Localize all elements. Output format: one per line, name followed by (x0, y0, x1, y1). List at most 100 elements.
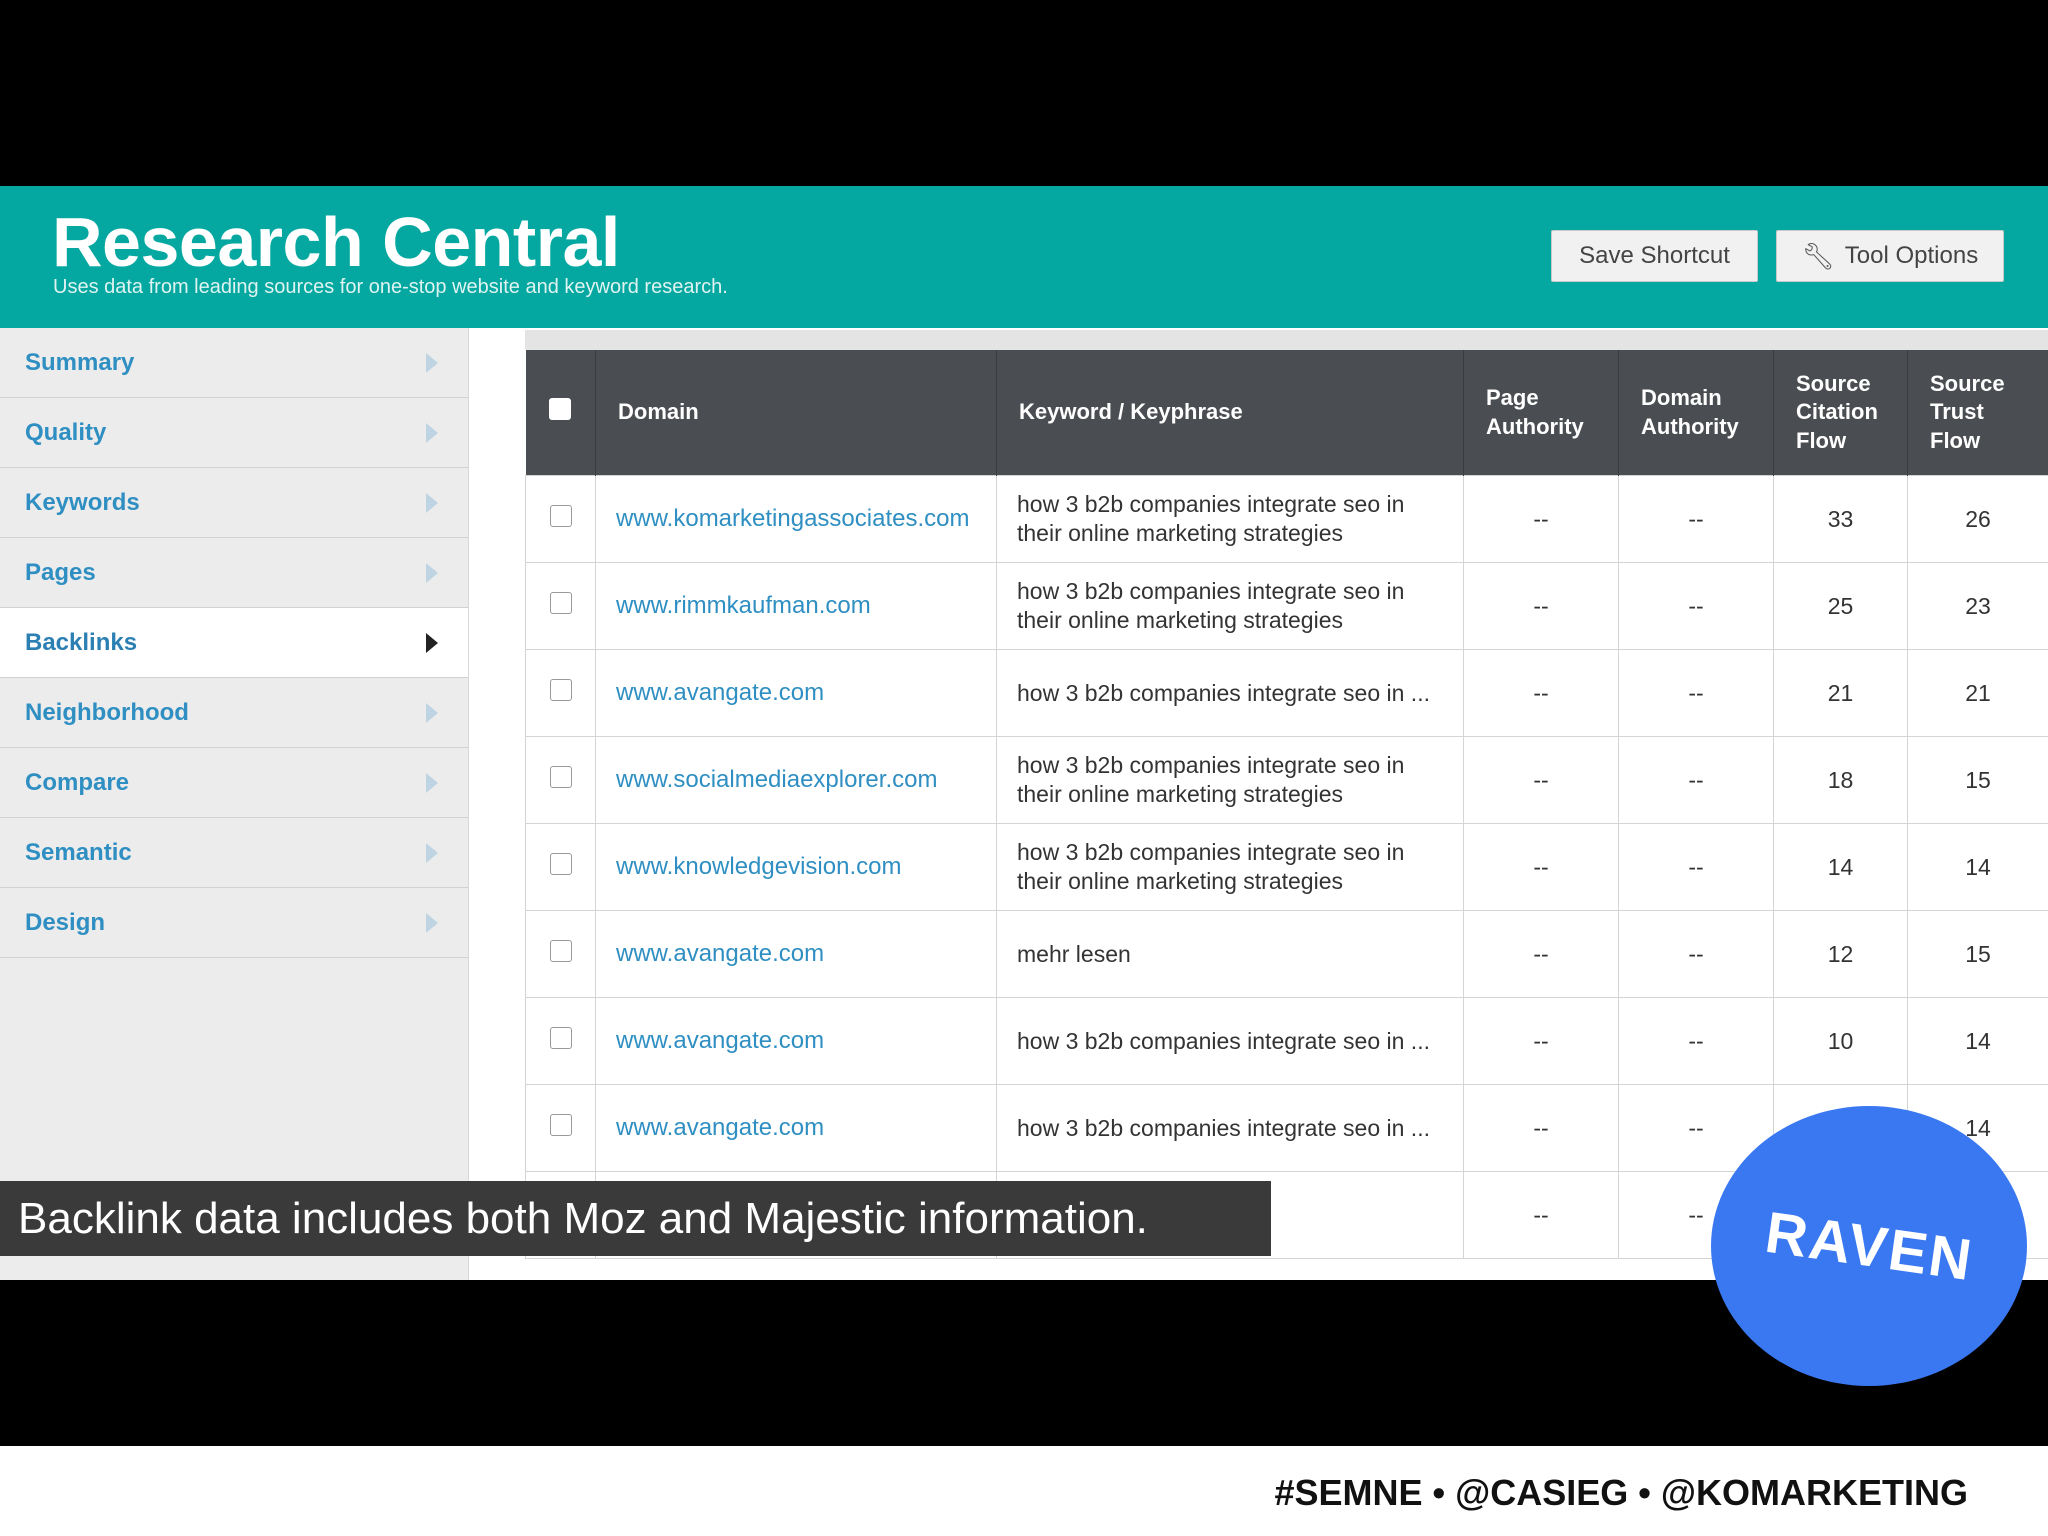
domain-authority-cell: -- (1618, 475, 1774, 563)
citation-flow-cell: 21 (1773, 649, 1908, 737)
trust-flow-cell: 26 (1907, 475, 2048, 563)
domain-link[interactable]: www.knowledgevision.com (595, 823, 997, 911)
keyword-cell: how 3 b2b companies integrate seo in the… (996, 475, 1464, 563)
table-row: www.komarketingassociates.com how 3 b2b … (525, 475, 2048, 563)
domain-link[interactable]: www.avangate.com (595, 1084, 997, 1172)
trust-flow-cell: 15 (1907, 736, 2048, 824)
chevron-right-icon (426, 492, 438, 513)
save-shortcut-label: Save Shortcut (1579, 242, 1730, 269)
sidebar-item-label: Semantic (25, 838, 132, 866)
row-select-cell (525, 823, 596, 911)
domain-link[interactable]: www.socialmediaexplorer.com (595, 736, 997, 824)
tool-options-label: Tool Options (1844, 242, 1979, 269)
page-authority-cell: -- (1463, 1171, 1619, 1259)
column-header-keyword[interactable]: Keyword / Keyphrase (996, 350, 1464, 476)
select-all-checkbox[interactable] (549, 397, 572, 420)
sidebar-item-label: Keywords (25, 488, 140, 516)
keyword-cell: mehr lesen (996, 910, 1464, 998)
column-header-domain-authority[interactable]: Domain Authority (1618, 350, 1774, 476)
row-select-cell (525, 562, 596, 650)
sidebar-item-label: Compare (25, 768, 130, 796)
trust-flow-cell: 15 (1907, 910, 2048, 998)
page-authority-cell: -- (1463, 475, 1619, 563)
keyword-cell: how 3 b2b companies integrate seo in ... (996, 997, 1464, 1085)
citation-flow-cell: 12 (1773, 910, 1908, 998)
table-top-strip (525, 330, 2048, 350)
save-shortcut-button[interactable]: Save Shortcut (1551, 230, 1758, 282)
tool-options-button[interactable]: 🔧︎ Tool Options (1776, 230, 2004, 282)
raven-badge-text: RAVEN (1761, 1199, 1977, 1293)
domain-link[interactable]: www.komarketingassociates.com (595, 475, 997, 563)
row-checkbox[interactable] (549, 591, 572, 614)
row-select-cell (525, 1084, 596, 1172)
page-title: Research Central (52, 203, 620, 281)
sidebar-item-label: Pages (25, 558, 96, 586)
chevron-right-icon (426, 772, 438, 793)
keyword-cell: how 3 b2b companies integrate seo in the… (996, 823, 1464, 911)
domain-authority-cell: -- (1618, 562, 1774, 650)
chevron-right-icon (426, 562, 438, 583)
domain-link[interactable]: www.avangate.com (595, 997, 997, 1085)
domain-authority-cell: -- (1618, 823, 1774, 911)
row-checkbox[interactable] (549, 678, 572, 701)
raven-logo-badge: RAVEN (1711, 1106, 2027, 1386)
row-checkbox[interactable] (549, 1113, 572, 1136)
chevron-right-icon (426, 632, 438, 653)
chevron-right-icon (426, 422, 438, 443)
sidebar-item-design[interactable]: Design (0, 888, 468, 958)
domain-authority-cell: -- (1618, 910, 1774, 998)
keyword-cell: how 3 b2b companies integrate seo in ... (996, 649, 1464, 737)
row-checkbox[interactable] (549, 1026, 572, 1049)
column-header-domain[interactable]: Domain (595, 350, 997, 476)
trust-flow-cell: 14 (1907, 997, 2048, 1085)
sidebar-item-semantic[interactable]: Semantic (0, 818, 468, 888)
slide-footer: #SEMNE • @CASIEG • @KOMARKETING (0, 1446, 2048, 1536)
trust-flow-cell: 21 (1907, 649, 2048, 737)
row-select-cell (525, 736, 596, 824)
domain-link[interactable]: www.avangate.com (595, 649, 997, 737)
sidebar-item-backlinks[interactable]: Backlinks (0, 608, 468, 678)
page-authority-cell: -- (1463, 1084, 1619, 1172)
slide-caption: Backlink data includes both Moz and Maje… (0, 1181, 1271, 1256)
sidebar-item-neighborhood[interactable]: Neighborhood (0, 678, 468, 748)
domain-authority-cell: -- (1618, 997, 1774, 1085)
table-row: www.rimmkaufman.com how 3 b2b companies … (525, 562, 2048, 650)
column-header-page-authority[interactable]: Page Authority (1463, 350, 1619, 476)
row-checkbox[interactable] (549, 765, 572, 788)
citation-flow-cell: 33 (1773, 475, 1908, 563)
column-header-trust-flow[interactable]: Source Trust Flow (1907, 350, 2048, 476)
sidebar-item-quality[interactable]: Quality (0, 398, 468, 468)
table-row: www.socialmediaexplorer.com how 3 b2b co… (525, 736, 2048, 824)
page-authority-cell: -- (1463, 736, 1619, 824)
page-authority-cell: -- (1463, 823, 1619, 911)
sidebar-item-keywords[interactable]: Keywords (0, 468, 468, 538)
sidebar-item-compare[interactable]: Compare (0, 748, 468, 818)
keyword-cell: how 3 b2b companies integrate seo in the… (996, 562, 1464, 650)
sidebar-item-pages[interactable]: Pages (0, 538, 468, 608)
page-header: Research Central Uses data from leading … (0, 186, 2048, 328)
sidebar-item-label: Summary (25, 348, 135, 376)
caption-text: Backlink data includes both Moz and Maje… (18, 1193, 1148, 1243)
domain-link[interactable]: www.avangate.com (595, 910, 997, 998)
page-authority-cell: -- (1463, 649, 1619, 737)
chevron-right-icon (426, 912, 438, 933)
keyword-cell: how 3 b2b companies integrate seo in the… (996, 736, 1464, 824)
row-select-cell (525, 997, 596, 1085)
row-checkbox[interactable] (549, 852, 572, 875)
trust-flow-cell: 23 (1907, 562, 2048, 650)
row-select-cell (525, 649, 596, 737)
domain-link[interactable]: www.rimmkaufman.com (595, 562, 997, 650)
sidebar-item-label: Backlinks (25, 628, 138, 656)
page-subtitle: Uses data from leading sources for one-s… (53, 276, 728, 298)
sidebar-item-label: Quality (25, 418, 107, 446)
page-authority-cell: -- (1463, 910, 1619, 998)
row-select-cell (525, 475, 596, 563)
table-row: www.avangate.com how 3 b2b companies int… (525, 997, 2048, 1085)
row-checkbox[interactable] (549, 939, 572, 962)
sidebar-item-summary[interactable]: Summary (0, 328, 468, 398)
page-authority-cell: -- (1463, 997, 1619, 1085)
keyword-cell: how 3 b2b companies integrate seo in ... (996, 1084, 1464, 1172)
column-header-citation-flow[interactable]: Source Citation Flow (1773, 350, 1908, 476)
citation-flow-cell: 10 (1773, 997, 1908, 1085)
row-checkbox[interactable] (549, 504, 572, 527)
